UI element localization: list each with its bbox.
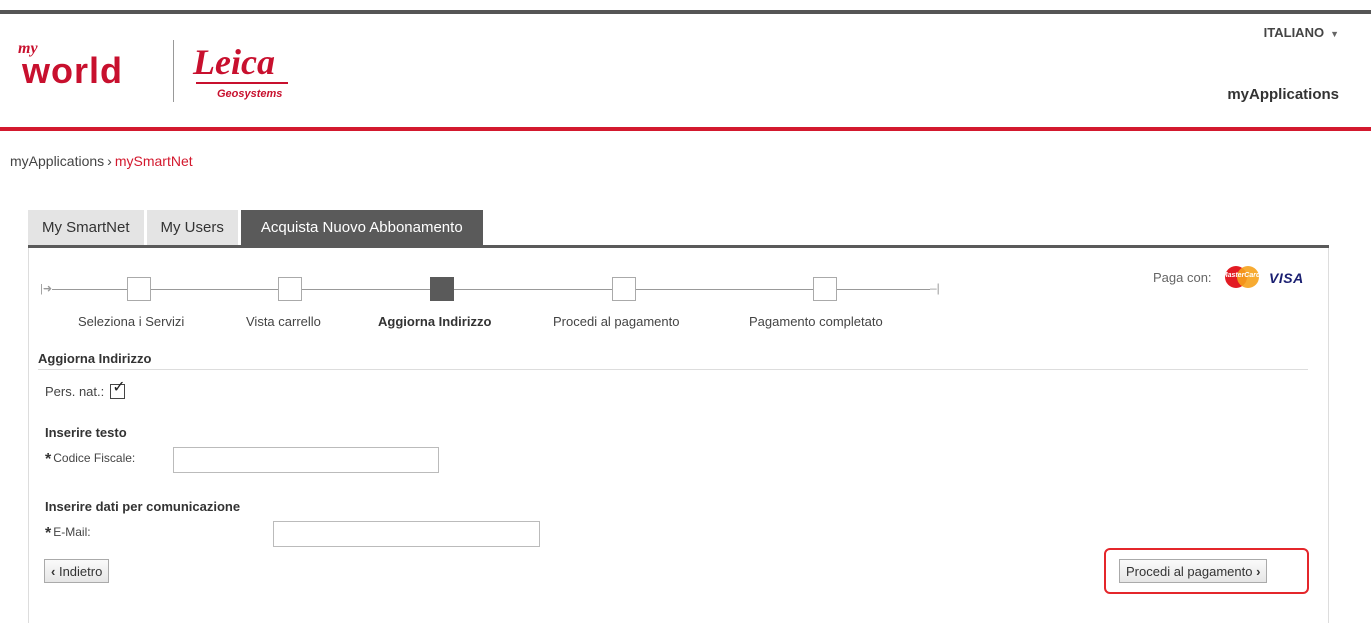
visa-icon: VISA: [1269, 270, 1304, 286]
codice-fiscale-input[interactable]: [173, 447, 439, 473]
wizard-start-icon: |➜: [40, 283, 53, 295]
app-title[interactable]: myApplications: [1227, 86, 1339, 103]
section-title: Aggiorna Indirizzo: [38, 351, 152, 366]
tab-bar: My SmartNet My Users Acquista Nuovo Abbo…: [28, 210, 486, 245]
codice-fiscale-text: Codice Fiscale:: [53, 451, 136, 465]
mastercard-icon: MasterCard: [1221, 264, 1261, 290]
wizard-step-2-box: [278, 277, 302, 301]
tab-my-smartnet[interactable]: My SmartNet: [28, 210, 144, 245]
breadcrumb-separator: ›: [107, 153, 112, 169]
geosystems-text: Geosystems: [217, 88, 283, 100]
payment-label: Paga con:: [1153, 270, 1212, 285]
caret-down-icon: ▼: [1330, 29, 1339, 39]
wizard-step-5-box: [813, 277, 837, 301]
back-button-label: Indietro: [58, 563, 103, 579]
breadcrumb-current[interactable]: mySmartNet: [115, 153, 193, 169]
wizard-end-icon: –|: [930, 281, 940, 295]
wizard-step-1-label: Seleziona i Servizi: [78, 314, 185, 329]
wizard-step-3-box: [430, 277, 454, 301]
pers-nat-checkbox[interactable]: ✓: [110, 380, 126, 399]
back-button[interactable]: ‹ Indietro: [44, 559, 110, 583]
logo-separator: [173, 40, 174, 102]
section-divider: [38, 369, 1308, 370]
top-border: [0, 10, 1371, 14]
pers-nat-label: Pers. nat.:: [45, 384, 105, 399]
pers-nat-row: Pers. nat.: ✓: [45, 380, 126, 399]
email-input[interactable]: [273, 521, 540, 547]
breadcrumb: myApplications › mySmartNet: [10, 153, 193, 169]
wizard-step-4-box: [612, 277, 636, 301]
leica-logo-underline: [196, 82, 288, 84]
email-text: E-Mail:: [53, 525, 91, 539]
header-divider: [0, 127, 1371, 131]
proceed-to-payment-button[interactable]: Procedi al pagamento ›: [1119, 559, 1268, 583]
breadcrumb-root[interactable]: myApplications: [10, 153, 104, 169]
wizard-step-4-label: Procedi al pagamento: [553, 314, 680, 329]
language-label: ITALIANO: [1263, 25, 1325, 40]
chevron-right-icon: ›: [1256, 563, 1261, 579]
wizard-step-3-label: Aggiorna Indirizzo: [378, 314, 492, 329]
tab-my-users[interactable]: My Users: [146, 210, 238, 245]
wizard-track: [52, 289, 930, 290]
email-label: * E-Mail:: [45, 525, 91, 543]
wizard-progress: |➜ –| Seleziona i Servizi Vista carrello…: [40, 276, 950, 336]
text-section-title: Inserire testo: [45, 425, 127, 440]
communication-section-title: Inserire dati per comunicazione: [45, 499, 241, 514]
codice-fiscale-label: * Codice Fiscale:: [45, 451, 135, 469]
leica-logo-text: Leica: [193, 42, 275, 82]
tab-acquista-nuovo-abbonamento[interactable]: Acquista Nuovo Abbonamento: [240, 210, 483, 245]
mastercard-text: MasterCard: [1221, 272, 1261, 279]
language-selector[interactable]: ITALIANO ▼: [1264, 25, 1339, 40]
checkmark-icon: ✓: [112, 379, 126, 396]
proceed-button-label: Procedi al pagamento: [1126, 563, 1253, 579]
wizard-step-2-label: Vista carrello: [246, 314, 321, 329]
chevron-left-icon: ‹: [51, 563, 56, 579]
wizard-step-5-label: Pagamento completato: [749, 314, 883, 329]
logo-world-text: world: [22, 50, 123, 91]
required-asterisk: *: [45, 451, 52, 468]
wizard-step-1-box: [127, 277, 151, 301]
required-asterisk: *: [45, 525, 52, 542]
